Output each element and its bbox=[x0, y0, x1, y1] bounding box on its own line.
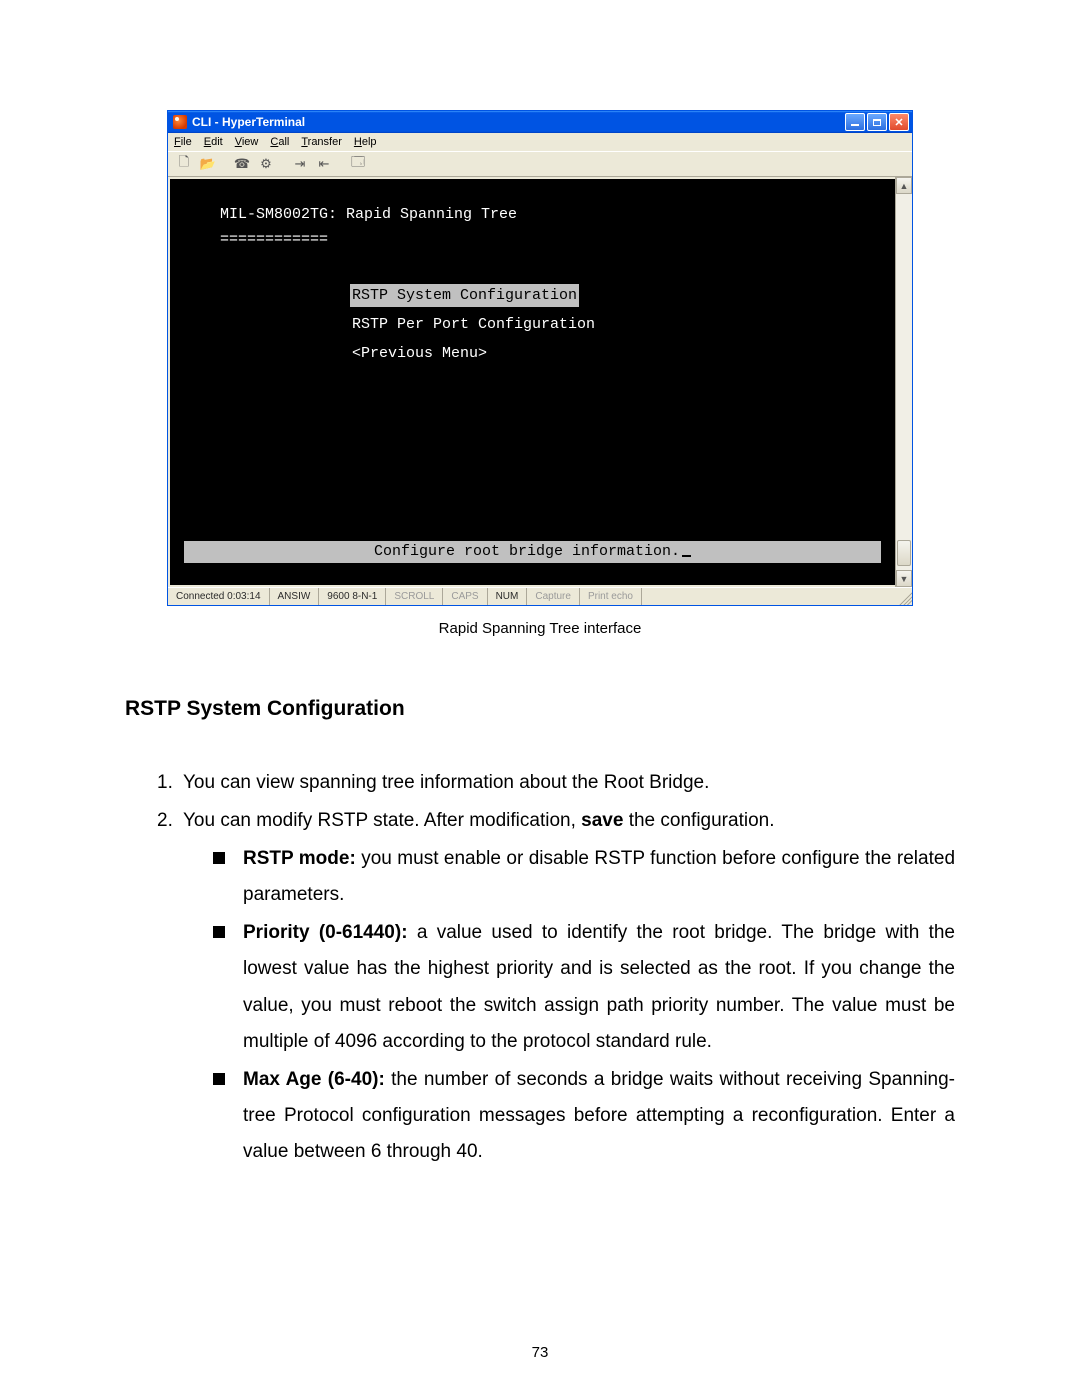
minimize-button[interactable] bbox=[845, 113, 865, 131]
menu-help[interactable]: Help bbox=[354, 136, 377, 148]
list-item: 2. You can modify RSTP state. After modi… bbox=[157, 803, 955, 1170]
menu-rstp-per-port-config[interactable]: RSTP Per Port Configuration bbox=[350, 313, 597, 336]
scroll-up-icon[interactable]: ▲ bbox=[896, 177, 912, 194]
app-icon bbox=[173, 115, 187, 129]
status-print-echo: Print echo bbox=[580, 588, 642, 605]
scroll-down-icon[interactable]: ▼ bbox=[896, 570, 912, 587]
status-scroll: SCROLL bbox=[386, 588, 443, 605]
toolbar-open-icon[interactable]: 📂 bbox=[198, 154, 218, 174]
scroll-thumb[interactable] bbox=[897, 540, 911, 566]
page-number: 73 bbox=[0, 1344, 1080, 1361]
status-port-settings: 9600 8-N-1 bbox=[319, 588, 386, 605]
toolbar-receive-icon[interactable]: ⇤ bbox=[314, 154, 334, 174]
menu-transfer[interactable]: Transfer bbox=[301, 136, 342, 148]
hyperterminal-window: CLI - HyperTerminal ✕ File Edit View Cal… bbox=[167, 110, 913, 606]
toolbar-new-icon[interactable]: 🗋 bbox=[174, 154, 194, 174]
status-caps: CAPS bbox=[443, 588, 487, 605]
status-connected: Connected 0:03:14 bbox=[168, 588, 270, 605]
list-item: Priority (0-61440): a value used to iden… bbox=[213, 915, 955, 1059]
menu-view[interactable]: View bbox=[235, 136, 259, 148]
titlebar: CLI - HyperTerminal ✕ bbox=[168, 111, 912, 133]
cursor-icon bbox=[682, 555, 691, 557]
status-emulation: ANSIW bbox=[270, 588, 320, 605]
list-item: 1. You can view spanning tree informatio… bbox=[157, 765, 955, 801]
list-item: Max Age (6-40): the number of seconds a … bbox=[213, 1062, 955, 1170]
menu-edit[interactable]: Edit bbox=[204, 136, 223, 148]
toolbar: 🗋 📂 ☎ ⚙ ⇥ ⇤ 🗔 bbox=[168, 151, 912, 177]
statusbar: Connected 0:03:14 ANSIW 9600 8-N-1 SCROL… bbox=[168, 587, 912, 605]
menubar: File Edit View Call Transfer Help bbox=[168, 133, 912, 151]
status-num: NUM bbox=[488, 588, 528, 605]
section-heading: RSTP System Configuration bbox=[125, 697, 955, 721]
close-button[interactable]: ✕ bbox=[889, 113, 909, 131]
numbered-list: 1. You can view spanning tree informatio… bbox=[125, 765, 955, 1170]
list-item: RSTP mode: you must enable or disable RS… bbox=[213, 841, 955, 913]
menu-call[interactable]: Call bbox=[270, 136, 289, 148]
window-title: CLI - HyperTerminal bbox=[192, 115, 845, 129]
maximize-button[interactable] bbox=[867, 113, 887, 131]
menu-rstp-system-config[interactable]: RSTP System Configuration bbox=[350, 284, 579, 307]
figure-caption: Rapid Spanning Tree interface bbox=[125, 620, 955, 637]
toolbar-properties-icon[interactable]: 🗔 bbox=[348, 154, 368, 174]
toolbar-call-icon[interactable]: ☎ bbox=[232, 154, 252, 174]
scroll-track[interactable] bbox=[896, 194, 912, 570]
terminal-header: MIL-SM8002TG: Rapid Spanning Tree bbox=[220, 203, 895, 226]
vertical-scrollbar[interactable]: ▲ ▼ bbox=[895, 177, 912, 587]
menu-file[interactable]: File bbox=[174, 136, 192, 148]
terminal-status-line: Configure root bridge information. bbox=[184, 541, 881, 563]
toolbar-send-icon[interactable]: ⇥ bbox=[290, 154, 310, 174]
status-capture: Capture bbox=[527, 588, 580, 605]
terminal-screen[interactable]: MIL-SM8002TG: Rapid Spanning Tree ======… bbox=[170, 179, 895, 585]
resize-grip-icon[interactable] bbox=[896, 589, 912, 605]
menu-previous-menu[interactable]: <Previous Menu> bbox=[350, 342, 489, 365]
terminal-underline: ============ bbox=[220, 228, 895, 251]
bullet-list: RSTP mode: you must enable or disable RS… bbox=[183, 841, 955, 1170]
toolbar-disconnect-icon[interactable]: ⚙ bbox=[256, 154, 276, 174]
